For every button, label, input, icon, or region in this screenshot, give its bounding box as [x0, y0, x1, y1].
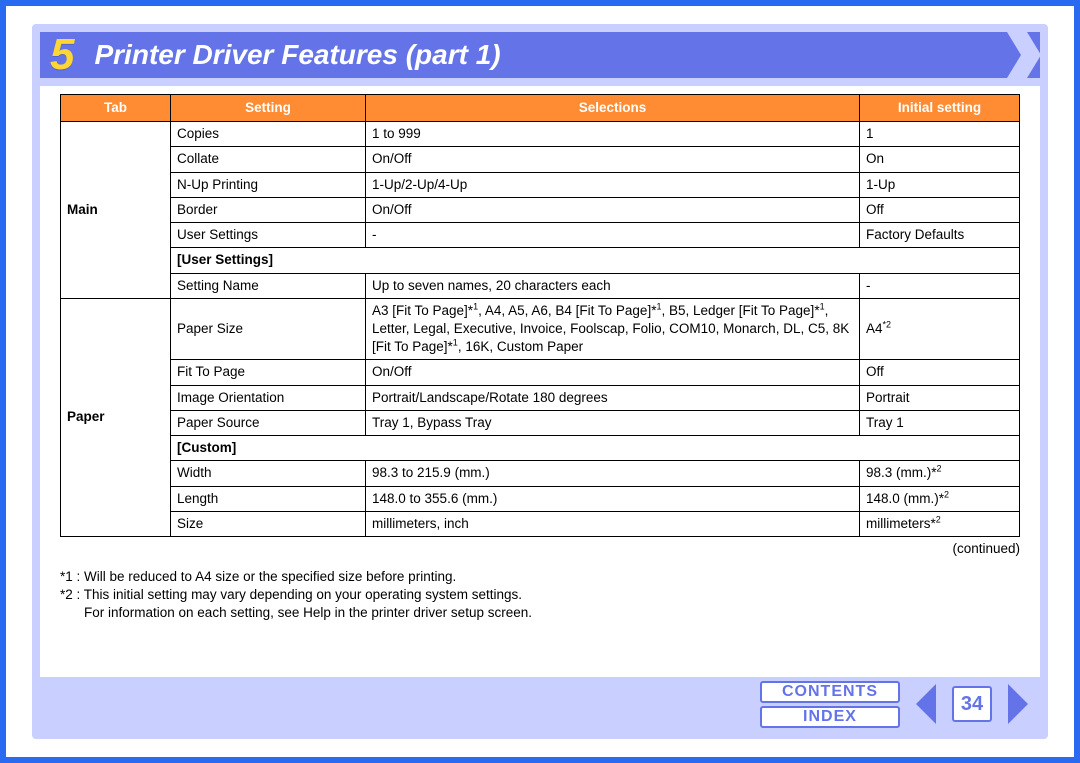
- initial-cell: -: [860, 273, 1020, 298]
- triangle-right-icon: [1008, 684, 1028, 724]
- selections-cell: On/Off: [366, 197, 860, 222]
- table-row: Length 148.0 to 355.6 (mm.) 148.0 (mm.)*…: [61, 486, 1020, 511]
- initial-cell: 98.3 (mm.)*2: [860, 461, 1020, 486]
- title-bar: 5 Printer Driver Features (part 1): [40, 32, 1040, 78]
- table-row: Size millimeters, inch millimeters*2: [61, 511, 1020, 536]
- initial-cell: Tray 1: [860, 410, 1020, 435]
- initial-cell: Off: [860, 197, 1020, 222]
- prev-page-button[interactable]: [914, 684, 938, 724]
- table-row: Main Copies 1 to 999 1: [61, 122, 1020, 147]
- index-button[interactable]: INDEX: [760, 706, 900, 728]
- title-arrow-icon: [1004, 32, 1044, 78]
- table-row: N-Up Printing 1-Up/2-Up/4-Up 1-Up: [61, 172, 1020, 197]
- selections-cell: On/Off: [366, 147, 860, 172]
- setting-cell: Setting Name: [171, 273, 366, 298]
- footnote-extra: For information on each setting, see Hel…: [60, 604, 1020, 622]
- table-header-row: Tab Setting Selections Initial setting: [61, 95, 1020, 122]
- content-panel: Tab Setting Selections Initial setting M…: [40, 86, 1040, 677]
- page-title: Printer Driver Features (part 1): [94, 41, 500, 69]
- nav-button-group: CONTENTS INDEX: [760, 681, 900, 728]
- subsection-row: [User Settings]: [61, 248, 1020, 273]
- next-page-button[interactable]: [1006, 684, 1030, 724]
- continued-label: (continued): [60, 541, 1020, 556]
- selections-cell: 1 to 999: [366, 122, 860, 147]
- features-table: Tab Setting Selections Initial setting M…: [60, 94, 1020, 537]
- tab-cell-main: Main: [61, 122, 171, 299]
- selections-cell: 98.3 to 215.9 (mm.): [366, 461, 860, 486]
- tab-cell-paper: Paper: [61, 298, 171, 536]
- table-row: Fit To Page On/Off Off: [61, 360, 1020, 385]
- initial-cell: A4*2: [860, 298, 1020, 360]
- table-row: Setting Name Up to seven names, 20 chara…: [61, 273, 1020, 298]
- setting-cell: User Settings: [171, 223, 366, 248]
- text: , 16K, Custom Paper: [458, 339, 583, 354]
- footnote-1: *1 : Will be reduced to A4 size or the s…: [60, 568, 1020, 586]
- text: 98.3 (mm.)*: [866, 465, 937, 480]
- initial-cell: Portrait: [860, 385, 1020, 410]
- triangle-left-icon: [916, 684, 936, 724]
- col-selections: Selections: [366, 95, 860, 122]
- selections-cell: Portrait/Landscape/Rotate 180 degrees: [366, 385, 860, 410]
- table-row: User Settings - Factory Defaults: [61, 223, 1020, 248]
- selections-cell: On/Off: [366, 360, 860, 385]
- selections-cell: 1-Up/2-Up/4-Up: [366, 172, 860, 197]
- table-row: Border On/Off Off: [61, 197, 1020, 222]
- initial-cell: Off: [860, 360, 1020, 385]
- subsection-label: [Custom]: [171, 436, 1020, 461]
- initial-cell: 1-Up: [860, 172, 1020, 197]
- initial-cell: 148.0 (mm.)*2: [860, 486, 1020, 511]
- col-tab: Tab: [61, 95, 171, 122]
- setting-cell: Image Orientation: [171, 385, 366, 410]
- table-row: Collate On/Off On: [61, 147, 1020, 172]
- setting-cell: Collate: [171, 147, 366, 172]
- contents-button[interactable]: CONTENTS: [760, 681, 900, 703]
- setting-cell: Border: [171, 197, 366, 222]
- sup: *2: [883, 319, 892, 329]
- footnote-2: *2 : This initial setting may vary depen…: [60, 586, 1020, 604]
- col-initial: Initial setting: [860, 95, 1020, 122]
- sup: 2: [937, 464, 942, 474]
- selections-cell: -: [366, 223, 860, 248]
- text: 148.0 (mm.)*: [866, 491, 944, 506]
- setting-cell: N-Up Printing: [171, 172, 366, 197]
- selections-cell: A3 [Fit To Page]*1, A4, A5, A6, B4 [Fit …: [366, 298, 860, 360]
- table-row: Width 98.3 to 215.9 (mm.) 98.3 (mm.)*2: [61, 461, 1020, 486]
- col-setting: Setting: [171, 95, 366, 122]
- setting-cell: Size: [171, 511, 366, 536]
- initial-cell: Factory Defaults: [860, 223, 1020, 248]
- text: , B5, Ledger [Fit To Page]*: [661, 303, 819, 318]
- selections-cell: millimeters, inch: [366, 511, 860, 536]
- setting-cell: Width: [171, 461, 366, 486]
- sup: 2: [944, 489, 949, 499]
- footnotes: *1 : Will be reduced to A4 size or the s…: [60, 568, 1020, 623]
- setting-cell: Copies: [171, 122, 366, 147]
- setting-cell: Fit To Page: [171, 360, 366, 385]
- setting-cell: Length: [171, 486, 366, 511]
- selections-cell: Tray 1, Bypass Tray: [366, 410, 860, 435]
- setting-cell: Paper Size: [171, 298, 366, 360]
- setting-cell: Paper Source: [171, 410, 366, 435]
- selections-cell: Up to seven names, 20 characters each: [366, 273, 860, 298]
- subsection-label: [User Settings]: [171, 248, 1020, 273]
- initial-cell: millimeters*2: [860, 511, 1020, 536]
- chapter-number: 5: [50, 33, 72, 77]
- table-row: Paper Source Tray 1, Bypass Tray Tray 1: [61, 410, 1020, 435]
- selections-cell: 148.0 to 355.6 (mm.): [366, 486, 860, 511]
- document-frame: 5 Printer Driver Features (part 1) Tab S…: [0, 0, 1080, 763]
- footer-bar: CONTENTS INDEX 34: [40, 677, 1040, 731]
- text: , A4, A5, A6, B4 [Fit To Page]*: [478, 303, 656, 318]
- text: millimeters*: [866, 516, 936, 531]
- text: A4: [866, 321, 883, 336]
- table-row: Paper Paper Size A3 [Fit To Page]*1, A4,…: [61, 298, 1020, 360]
- page-panel: 5 Printer Driver Features (part 1) Tab S…: [32, 24, 1048, 739]
- sup: 2: [936, 514, 941, 524]
- initial-cell: On: [860, 147, 1020, 172]
- initial-cell: 1: [860, 122, 1020, 147]
- text: A3 [Fit To Page]*: [372, 303, 473, 318]
- page-number: 34: [952, 686, 992, 722]
- table-row: Image Orientation Portrait/Landscape/Rot…: [61, 385, 1020, 410]
- subsection-row: [Custom]: [61, 436, 1020, 461]
